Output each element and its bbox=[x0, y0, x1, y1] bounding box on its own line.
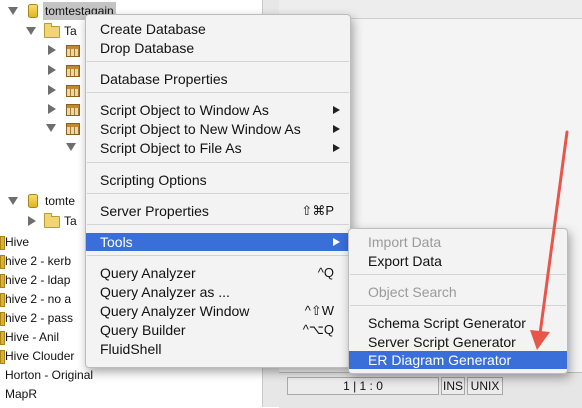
datasource-item[interactable]: hive 2 - pass bbox=[0, 309, 85, 327]
datasource-item[interactable]: hive 2 - ldap bbox=[0, 271, 85, 289]
expand-right-icon[interactable] bbox=[48, 65, 56, 75]
datasource-item[interactable]: hive 2 - kerb bbox=[0, 252, 85, 270]
menu-item-tools[interactable]: Tools bbox=[86, 233, 350, 251]
tools-submenu: Import Data Export Data Object Search Sc… bbox=[348, 228, 568, 374]
folder-icon bbox=[44, 23, 60, 38]
folder-icon bbox=[44, 213, 60, 228]
datasource-item[interactable]: hive 2 - no a bbox=[0, 290, 85, 308]
menu-separator bbox=[87, 224, 349, 225]
expand-right-icon[interactable] bbox=[28, 216, 36, 226]
menu-separator bbox=[87, 92, 349, 93]
menu-separator bbox=[87, 162, 349, 163]
menu-separator bbox=[350, 274, 566, 275]
menu-separator bbox=[87, 255, 349, 256]
expand-right-icon[interactable] bbox=[48, 85, 56, 95]
tree-node-table[interactable] bbox=[46, 61, 86, 79]
menu-item-database-properties[interactable]: Database Properties bbox=[86, 70, 350, 88]
menu-item-drop-database[interactable]: Drop Database bbox=[86, 39, 350, 57]
status-bar: 1 | 1 : 0 INS UNIX bbox=[279, 372, 582, 408]
tree-node-table[interactable] bbox=[46, 100, 86, 118]
menu-item-script-to-new-window[interactable]: Script Object to New Window As bbox=[86, 120, 350, 138]
submenu-arrow-icon bbox=[333, 125, 340, 133]
expand-right-icon[interactable] bbox=[48, 45, 56, 55]
menu-item-fluidshell[interactable]: FluidShell bbox=[86, 340, 350, 358]
submenu-item-er-diagram-generator[interactable]: ER Diagram Generator bbox=[349, 351, 567, 369]
tree-node-table[interactable] bbox=[46, 41, 86, 59]
datasource-item[interactable]: Horton - Original bbox=[0, 366, 120, 384]
tree-node-table[interactable] bbox=[46, 119, 86, 137]
menu-separator bbox=[350, 305, 566, 306]
menu-item-query-analyzer-window[interactable]: Query Analyzer Window ^⇧W bbox=[86, 302, 350, 320]
table-icon bbox=[66, 65, 80, 77]
table-icon bbox=[66, 45, 80, 57]
datasource-item[interactable]: Hive - Anil bbox=[0, 328, 85, 346]
menu-item-scripting-options[interactable]: Scripting Options bbox=[86, 171, 350, 189]
expand-right-icon[interactable] bbox=[48, 104, 56, 114]
tree-node-column-group[interactable] bbox=[66, 138, 86, 156]
insert-mode: INS bbox=[441, 377, 465, 395]
submenu-item-server-script-generator[interactable]: Server Script Generator bbox=[349, 333, 567, 351]
expand-down-icon[interactable] bbox=[46, 124, 56, 132]
table-icon bbox=[66, 123, 80, 135]
menu-item-query-analyzer[interactable]: Query Analyzer ^Q bbox=[86, 264, 350, 282]
tree-node-label: Ta bbox=[64, 214, 77, 228]
tree-node-db2[interactable]: tomte bbox=[8, 192, 88, 210]
submenu-arrow-icon bbox=[333, 106, 340, 114]
menu-separator bbox=[87, 193, 349, 194]
menu-item-query-builder[interactable]: Query Builder ^⌥Q bbox=[86, 321, 350, 339]
submenu-arrow-icon bbox=[333, 238, 340, 246]
menu-separator bbox=[87, 61, 349, 62]
context-menu: Create Database Drop Database Database P… bbox=[85, 14, 351, 368]
expand-down-icon[interactable] bbox=[8, 197, 18, 205]
tree-node-label: Ta bbox=[64, 24, 77, 38]
submenu-item-object-search[interactable]: Object Search bbox=[349, 283, 567, 301]
table-icon bbox=[66, 85, 80, 97]
expand-down-icon[interactable] bbox=[26, 27, 36, 35]
submenu-item-import-data[interactable]: Import Data bbox=[349, 233, 567, 251]
tree-node-tables-folder[interactable]: Ta bbox=[26, 212, 86, 230]
tree-node-tables-folder[interactable]: Ta bbox=[26, 22, 86, 40]
table-icon bbox=[66, 104, 80, 116]
tree-node-table[interactable] bbox=[46, 81, 86, 99]
cursor-position: 1 | 1 : 0 bbox=[287, 377, 439, 395]
datasource-item[interactable]: Hive bbox=[0, 233, 85, 251]
menu-item-server-properties[interactable]: Server Properties ⇧⌘P bbox=[86, 202, 350, 220]
submenu-item-export-data[interactable]: Export Data bbox=[349, 252, 567, 270]
submenu-arrow-icon bbox=[333, 144, 340, 152]
menu-item-script-to-window[interactable]: Script Object to Window As bbox=[86, 101, 350, 119]
tree-node-label: tomte bbox=[45, 194, 76, 208]
datasource-item[interactable]: Hive Clouder bbox=[0, 347, 85, 365]
database-icon bbox=[28, 4, 38, 18]
menu-item-script-to-file[interactable]: Script Object to File As bbox=[86, 139, 350, 157]
submenu-item-schema-script-generator[interactable]: Schema Script Generator bbox=[349, 314, 567, 332]
database-icon bbox=[28, 194, 38, 208]
menu-item-create-database[interactable]: Create Database bbox=[86, 20, 350, 38]
expand-down-icon[interactable] bbox=[66, 143, 76, 151]
expand-down-icon[interactable] bbox=[8, 7, 18, 15]
line-endings: UNIX bbox=[467, 377, 503, 395]
menu-item-query-analyzer-as[interactable]: Query Analyzer as ... bbox=[86, 283, 350, 301]
datasource-item[interactable]: MapR bbox=[0, 385, 85, 403]
